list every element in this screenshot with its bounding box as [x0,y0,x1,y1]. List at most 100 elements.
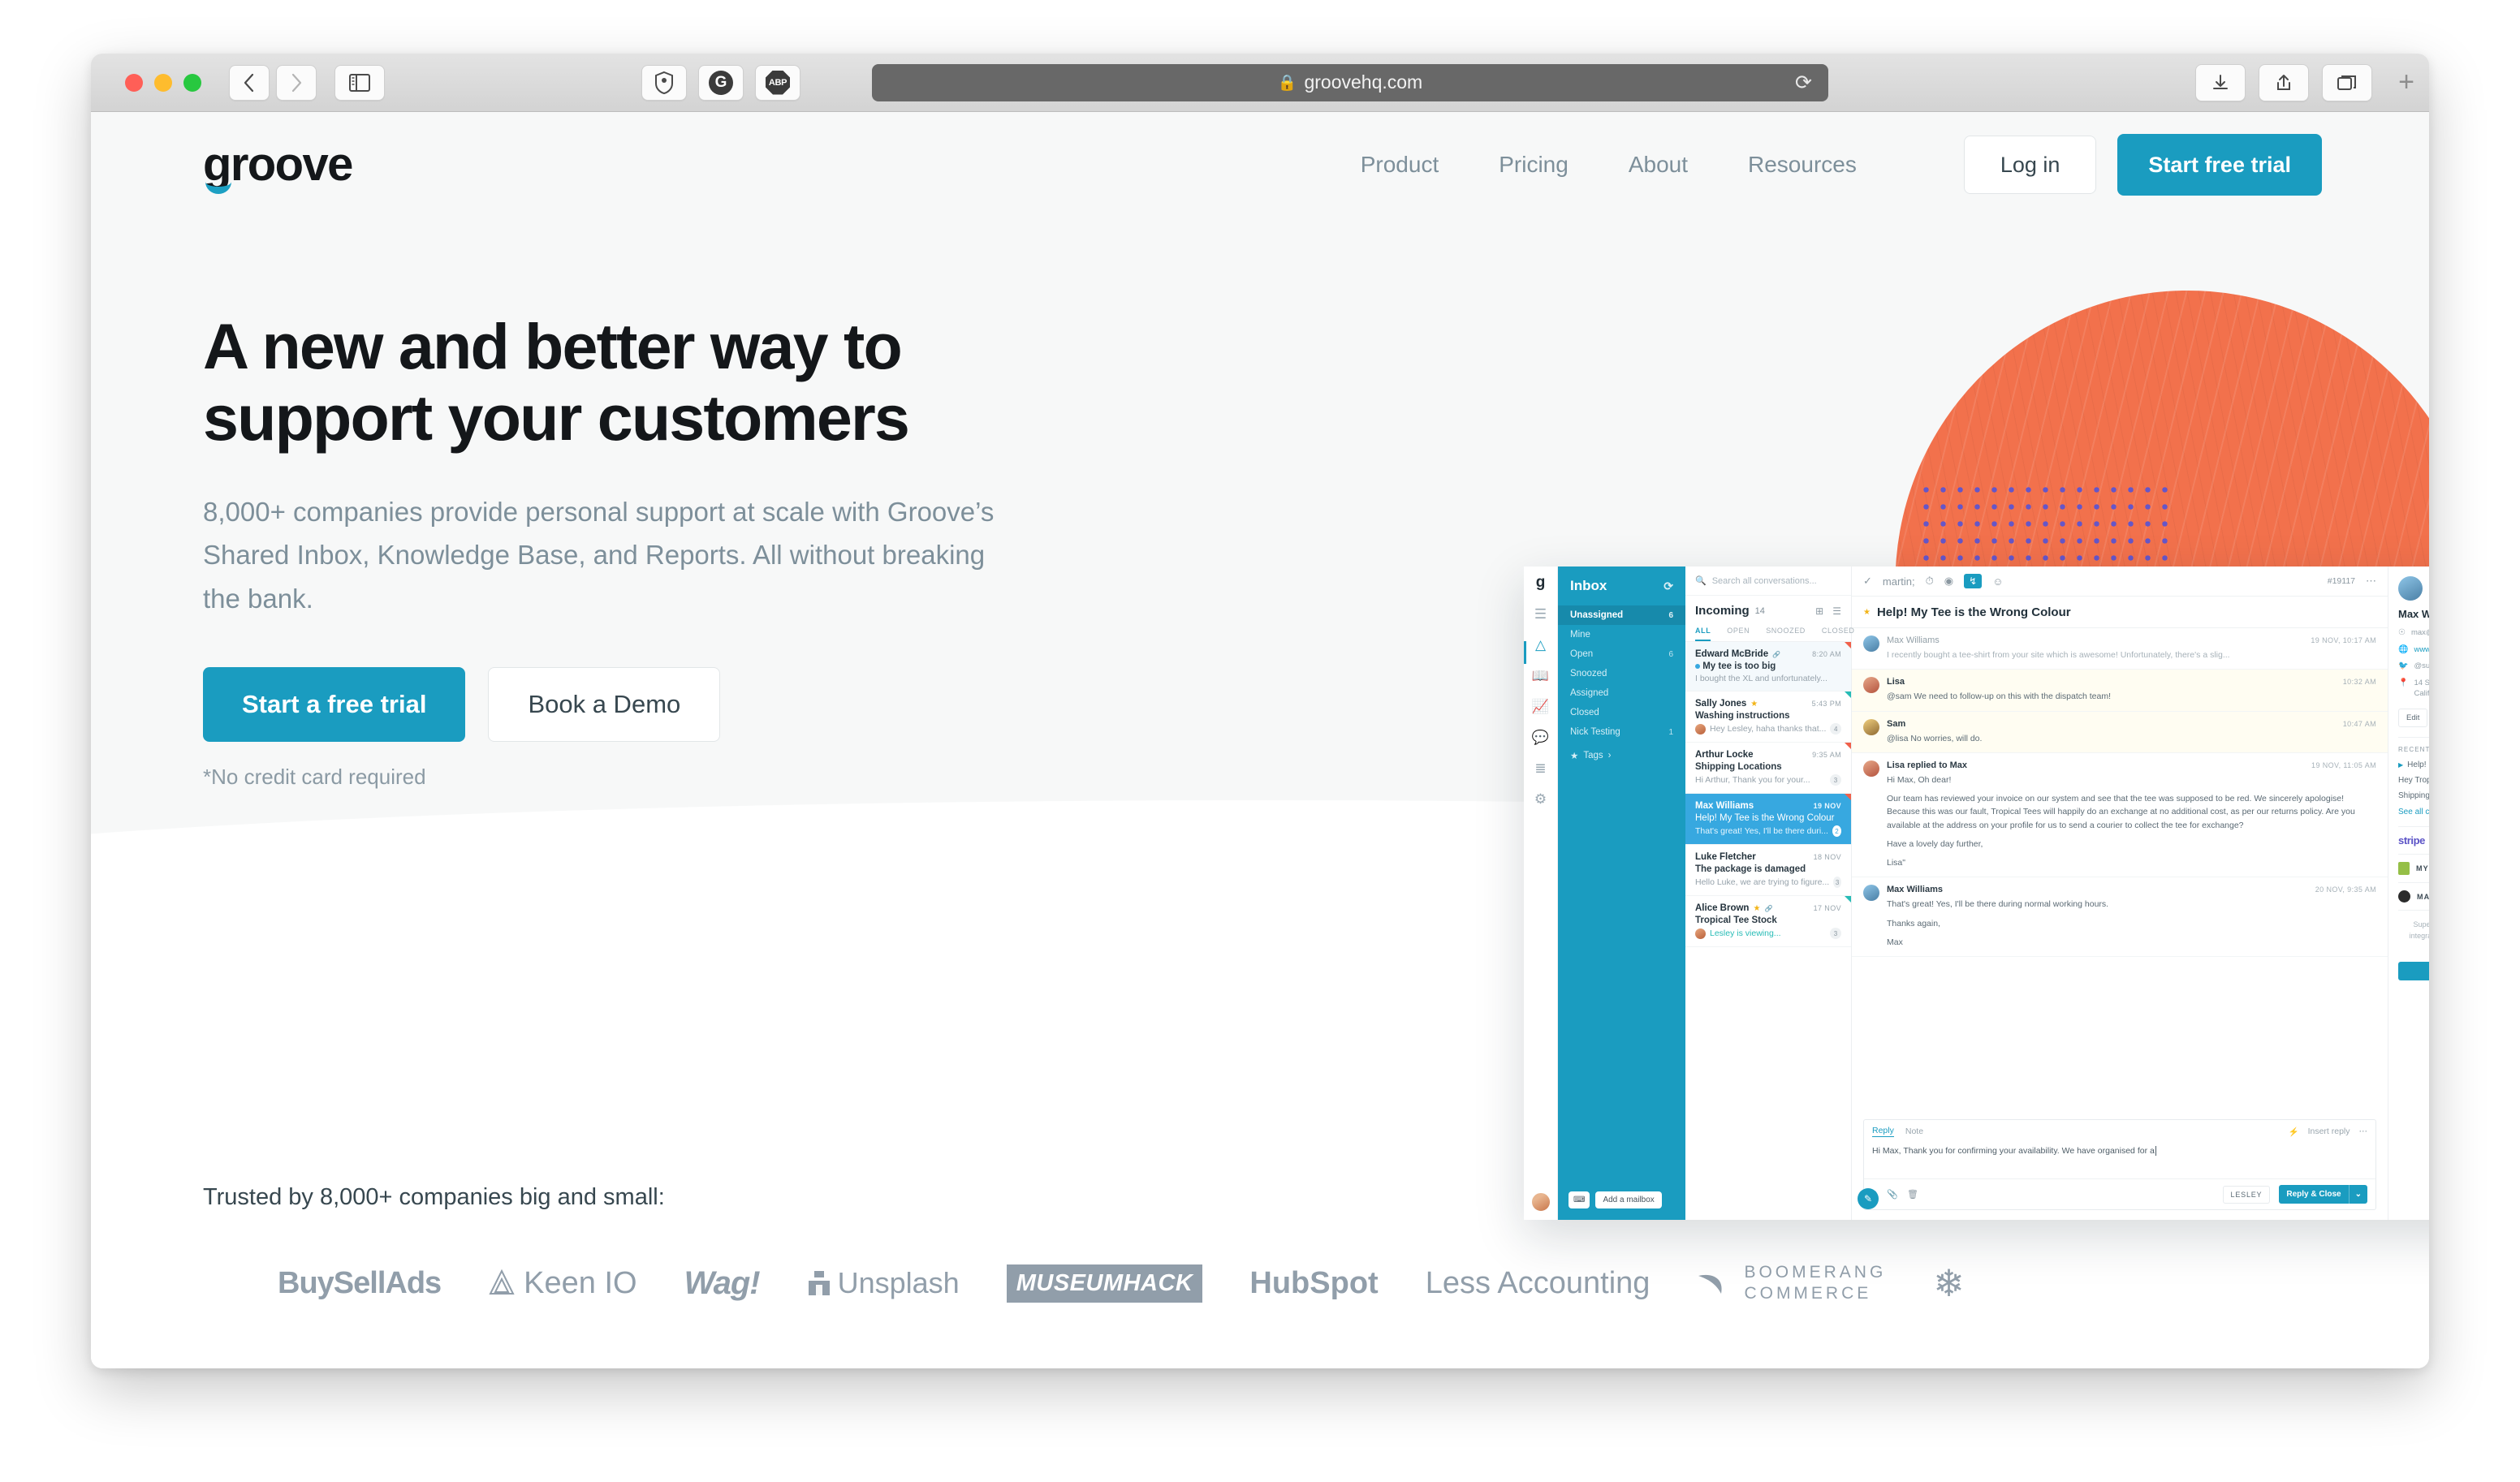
keyboard-icon[interactable]: ⌨ [1569,1191,1590,1208]
folder-snoozed[interactable]: Snoozed [1558,664,1685,683]
knowledge-base-icon[interactable]: 📖 [1532,669,1549,683]
new-tab-button[interactable]: + [2398,67,2414,98]
emoji-icon[interactable]: ☺ [1992,575,2003,588]
user-avatar[interactable] [1531,1192,1551,1212]
reports-icon[interactable]: 📈 [1532,700,1549,713]
bolt-icon[interactable]: ⚡ [2288,1127,2298,1137]
browser-right-controls [2195,63,2372,101]
share-button[interactable] [2259,63,2309,101]
conversation-search[interactable]: 🔍 Search all conversations... [1685,567,1851,596]
folder-unassigned[interactable]: Unassigned 6 [1558,605,1685,625]
integration-label: MAILCHIMP [2417,892,2429,901]
start-free-trial-button[interactable]: Start free trial [2117,134,2322,196]
add-conversation-icon[interactable]: ⊞ [1815,605,1823,617]
tab-closed[interactable]: CLOSED [1822,627,1855,641]
nav-item-about[interactable]: About [1629,152,1688,178]
reply-and-close-button[interactable]: Reply & Close ⌄ [2279,1185,2367,1204]
conversation-row-alice-brown[interactable]: Alice Brown ★ 🔗 17 NOV Tropical Tee Stoc… [1685,896,1851,947]
add-integration-button[interactable]: ⊕ Add a integration [2398,962,2429,981]
tag-icon[interactable]: martin; [1883,575,1915,588]
lock-icon: 🔒 [1277,74,1297,92]
settings-list-icon[interactable]: ≣ [1534,761,1546,775]
browser-titlebar: G ABP 🔒 groovehq.com ⟳ + [91,54,2429,112]
navigation-icon[interactable]: △ [1535,638,1546,652]
more-icon[interactable]: ⋯ [2366,575,2376,588]
tab-reply[interactable]: Reply [1872,1126,1894,1137]
recent-conversation-item[interactable]: Hey Tropical Tees [2398,776,2429,785]
edit-contact-button[interactable]: Edit [2398,709,2428,728]
tab-open[interactable]: OPEN [1727,627,1750,641]
gear-icon[interactable]: ⚙ [1534,792,1547,806]
search-input[interactable]: Search all conversations... [1712,576,1817,586]
trash-icon[interactable]: 🗑 [1907,1189,1918,1200]
check-icon[interactable]: ✓ [1863,575,1872,588]
tab-note[interactable]: Note [1905,1127,1923,1136]
chevron-down-icon[interactable]: ⌄ [2348,1185,2367,1204]
grammarly-icon[interactable]: G [698,64,744,101]
folder-nick-testing[interactable]: Nick Testing 1 [1558,722,1685,742]
groove-logo[interactable]: groove [203,141,353,194]
folder-tags[interactable]: ★ Tags › [1558,745,1685,766]
attachment-icon[interactable]: 📎 [1887,1189,1898,1200]
nav-item-pricing[interactable]: Pricing [1499,152,1569,178]
log-in-button[interactable]: Log in [1963,136,2097,194]
folder-closed[interactable]: Closed [1558,703,1685,722]
contact-twitter[interactable]: 🐦 @surfer_guy_max [2398,661,2429,673]
integration-stripe[interactable]: stripe [2398,826,2429,854]
chat-icon[interactable]: 💬 [1532,730,1549,744]
folder-open[interactable]: Open 6 [1558,644,1685,664]
integration-mailchimp[interactable]: MAILCHIMP [2398,882,2429,910]
more-icon[interactable]: ⋯ [2359,1127,2368,1136]
forward-button[interactable] [276,64,317,101]
address-bar[interactable]: 🔒 groovehq.com ⟳ [872,63,1828,101]
back-button[interactable] [229,64,270,101]
reply-input[interactable]: Hi Max, Thank you for confirming your av… [1864,1143,2375,1179]
nav-item-product[interactable]: Product [1361,152,1439,178]
snooze-icon[interactable]: ⏱ [1926,575,1934,588]
insert-reply-button[interactable]: Insert reply [2308,1127,2350,1136]
shield-icon[interactable] [641,64,687,101]
show-tabs-button[interactable] [2322,63,2372,101]
integration-my-store[interactable]: MY STORE [2398,854,2429,882]
reload-button[interactable]: ⟳ [1795,71,1812,95]
conversation-row-arthur-locke[interactable]: Arthur Locke 9:35 AM Shipping Locations … [1685,743,1851,794]
star-icon[interactable]: ★ [1863,608,1871,617]
add-mailbox-button[interactable]: Add a mailbox [1595,1191,1662,1208]
compose-button[interactable]: ✎ [1858,1188,1879,1209]
book-a-demo-button[interactable]: Book a Demo [488,667,721,743]
sidebar-toggle-button[interactable] [334,64,385,101]
downloads-button[interactable] [2195,63,2246,101]
assign-icon[interactable]: ◉ [1944,575,1953,588]
filter-icon[interactable]: ☰ [1832,605,1841,617]
conversation-row-max-williams[interactable]: Max Williams 19 NOV Help! My Tee is the … [1685,794,1851,845]
message-body: Hi Max, Oh dear! Our team has reviewed y… [1887,773,2376,870]
start-a-free-trial-button[interactable]: Start a free trial [203,667,466,743]
star-icon[interactable]: ★ [1750,700,1758,709]
conversation-row-sally-jones[interactable]: Sally Jones ★ 5:43 PM Washing instructio… [1685,691,1851,743]
conversation-row-luke-fletcher[interactable]: Luke Fletcher 18 NOV The package is dama… [1685,845,1851,896]
folder-mine[interactable]: Mine [1558,625,1685,644]
star-icon[interactable]: ★ [1753,904,1760,913]
recent-conversation-item[interactable]: ▶ Help! My Tee is the Wron... [2398,760,2429,769]
tab-snoozed[interactable]: SNOOZED [1766,627,1806,641]
refresh-icon[interactable]: ⟳ [1663,579,1673,593]
groove-mark-icon[interactable]: g [1536,575,1546,590]
assigned-agent[interactable]: LESLEY [2222,1185,2271,1204]
recent-conversation-item[interactable]: Shipping to Palm Springs [2398,791,2429,800]
see-all-conversations-link[interactable]: See all conversations [2398,808,2429,816]
contact-website[interactable]: 🌐 www.maxsurfschool.co [2398,644,2429,657]
folder-assigned[interactable]: Assigned [1558,683,1685,703]
adblock-plus-icon[interactable]: ABP [755,64,800,101]
nav-item-resources[interactable]: Resources [1748,152,1857,178]
menu-icon[interactable]: ☰ [1534,607,1547,621]
site-header: groove Product Pricing About Resources L… [91,112,2429,218]
minimize-window-button[interactable] [154,73,172,92]
reply-composer: Reply Note ⚡ Insert reply ⋯ Hi Max, Than… [1863,1119,2376,1210]
close-window-button[interactable] [125,73,143,92]
contact-email[interactable]: ☉ max@max-surf-school.c [2398,627,2429,640]
priority-icon[interactable]: ↯ [1964,574,1983,588]
tab-all[interactable]: ALL [1695,627,1711,641]
conversation-row-edward-mcbride[interactable]: Edward McBride 🔗 8:20 AM My tee is too b… [1685,642,1851,691]
composer-footer: A 📎 🗑 LESLEY Reply & Close ⌄ [1864,1179,2375,1209]
maximize-window-button[interactable] [183,73,201,92]
